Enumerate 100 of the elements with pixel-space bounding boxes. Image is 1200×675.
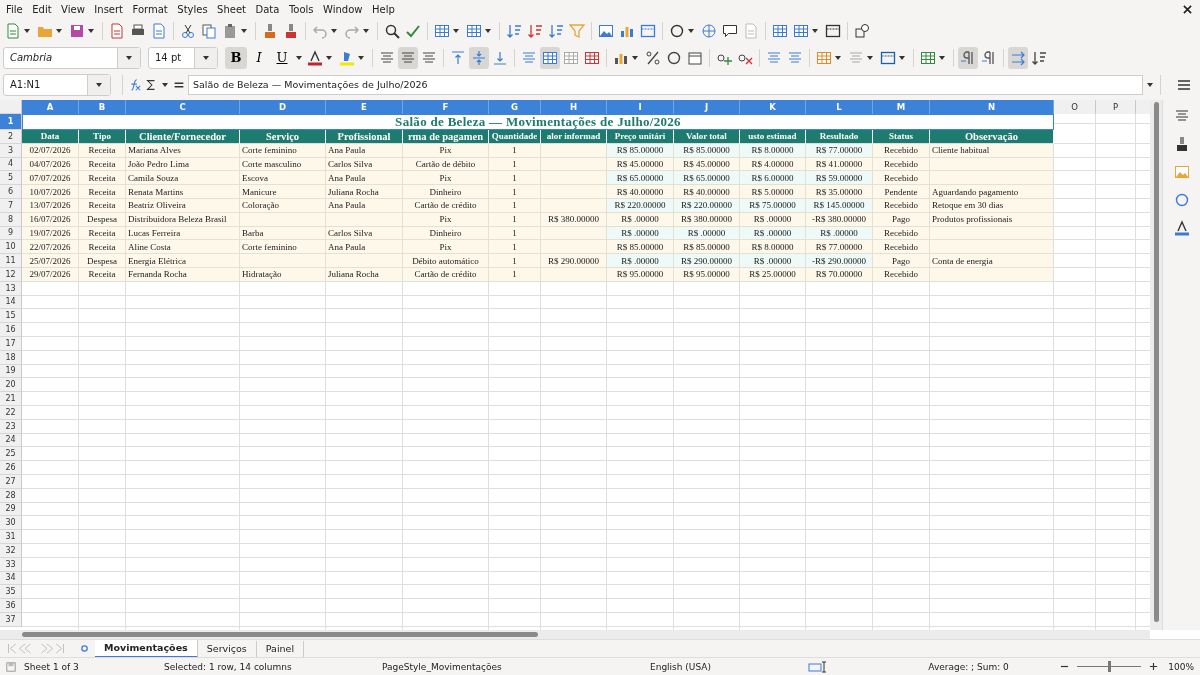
circle-icon bbox=[1173, 192, 1190, 208]
text-direction-button[interactable] bbox=[1008, 46, 1028, 69]
table-cell: 22/07/2026 bbox=[22, 240, 79, 255]
search-icon bbox=[384, 22, 400, 39]
table-cell: R$ 85.00000 bbox=[674, 240, 740, 255]
column-header[interactable]: J bbox=[674, 100, 740, 114]
horizontal-scrollbar[interactable] bbox=[0, 630, 1150, 639]
table-cell: 1 bbox=[489, 254, 541, 268]
lines-icon bbox=[421, 49, 437, 66]
column-heading: Status bbox=[873, 130, 930, 144]
caret-icon bbox=[96, 82, 102, 87]
sum-icon[interactable] bbox=[144, 77, 158, 92]
column-header[interactable]: F bbox=[403, 100, 489, 114]
column-header[interactable]: C bbox=[126, 100, 240, 114]
italic-button[interactable]: I bbox=[248, 46, 270, 69]
column-header[interactable]: E bbox=[326, 100, 403, 114]
table-cell: R$ 65.00000 bbox=[674, 171, 740, 186]
column-header[interactable]: H bbox=[541, 100, 607, 114]
menu-item[interactable]: Tools bbox=[288, 3, 321, 15]
table-cell: Manicure bbox=[240, 185, 326, 199]
column-header[interactable]: K bbox=[740, 100, 806, 114]
font-size-box[interactable]: 14 pt bbox=[148, 46, 218, 69]
image-icon bbox=[598, 22, 614, 39]
table-cell: 1 bbox=[489, 185, 541, 199]
menu-item[interactable]: Data bbox=[255, 3, 286, 15]
column-header[interactable]: B bbox=[79, 100, 126, 114]
merge-center-button[interactable] bbox=[540, 46, 560, 69]
column-heading: Tipo bbox=[79, 130, 126, 144]
sheet-tab[interactable]: Movimentações bbox=[95, 639, 198, 658]
row-header[interactable]: 11 bbox=[0, 254, 22, 268]
name-box[interactable]: A1:N1 bbox=[3, 73, 111, 96]
sheet-tab[interactable]: Painel bbox=[256, 640, 305, 657]
caret-icon bbox=[162, 82, 168, 87]
row-header[interactable]: 5 bbox=[0, 171, 22, 186]
align-middle-button[interactable] bbox=[469, 46, 489, 69]
table-cell: Juliana Rocha bbox=[326, 185, 403, 199]
row-header[interactable]: 20 bbox=[0, 378, 22, 393]
table-cell bbox=[541, 171, 607, 186]
add-sheet-icon[interactable] bbox=[80, 644, 89, 653]
caret-icon bbox=[56, 28, 62, 33]
column-header[interactable]: L bbox=[806, 100, 873, 114]
row-header[interactable]: 10 bbox=[0, 240, 22, 255]
row-header[interactable]: 2 bbox=[0, 130, 22, 144]
table-cell: 1 bbox=[489, 240, 541, 255]
caret-icon bbox=[358, 55, 364, 60]
lines-icon bbox=[400, 49, 416, 66]
row-header[interactable]: 6 bbox=[0, 185, 22, 199]
sheet-tab[interactable]: Serviços bbox=[197, 640, 257, 657]
caret-icon bbox=[485, 28, 491, 33]
row-header[interactable]: 26 bbox=[0, 461, 22, 475]
row-header[interactable]: 15 bbox=[0, 309, 22, 324]
menu-item[interactable]: Help bbox=[372, 3, 402, 15]
column-heading: Cliente/Fornecedor bbox=[126, 130, 240, 144]
menu-item[interactable]: Insert bbox=[94, 3, 130, 15]
zoom-in-icon[interactable] bbox=[1149, 662, 1159, 671]
menu-item[interactable]: Styles bbox=[177, 3, 215, 15]
vertical-scrollbar[interactable] bbox=[1150, 100, 1162, 630]
caret-icon bbox=[688, 28, 694, 33]
row-header[interactable]: 21 bbox=[0, 392, 22, 406]
pages-icon bbox=[201, 22, 217, 39]
close-icon[interactable] bbox=[1183, 4, 1192, 14]
column-header[interactable]: M bbox=[873, 100, 930, 114]
underline-button[interactable]: U bbox=[271, 46, 293, 69]
caret-icon bbox=[632, 55, 638, 60]
menu-item[interactable]: Format bbox=[132, 3, 175, 15]
menu-item[interactable]: Sheet bbox=[217, 3, 253, 15]
row-header[interactable]: 30 bbox=[0, 516, 22, 531]
menu-item[interactable]: Edit bbox=[32, 3, 59, 15]
column-heading: Observação bbox=[930, 130, 1054, 144]
bold-button[interactable]: B bbox=[225, 46, 247, 69]
zoom-level: 100% bbox=[1168, 661, 1194, 672]
left-to-right-button[interactable] bbox=[958, 46, 978, 69]
column-header[interactable]: A bbox=[22, 100, 79, 114]
column-header[interactable]: D bbox=[240, 100, 326, 114]
column-header[interactable]: I bbox=[607, 100, 674, 114]
table-cell: R$ 35.00000 bbox=[806, 185, 873, 199]
caret-icon bbox=[326, 55, 332, 60]
column-header[interactable]: G bbox=[489, 100, 541, 114]
menu-item[interactable]: Window bbox=[323, 3, 369, 15]
row-header[interactable]: 25 bbox=[0, 447, 22, 462]
menu-item[interactable]: View bbox=[61, 3, 92, 15]
row-header[interactable]: 16 bbox=[0, 323, 22, 337]
menu-item[interactable]: File bbox=[6, 3, 30, 15]
caret-icon bbox=[939, 55, 945, 60]
pilcrow-icon bbox=[960, 49, 976, 66]
column-header[interactable]: N bbox=[930, 100, 1054, 114]
selection-mode-icon[interactable] bbox=[808, 660, 828, 673]
formula-input[interactable]: Salão de Beleza — Movimentações de Julho/2026 bbox=[188, 74, 1143, 95]
column-heading: Preço unitári bbox=[607, 130, 674, 144]
row-header[interactable]: 31 bbox=[0, 530, 22, 544]
table-cell: Pendente bbox=[873, 185, 930, 199]
lines-icon bbox=[521, 49, 537, 66]
row-header[interactable]: 36 bbox=[0, 599, 22, 613]
font-name-box[interactable]: Cambria bbox=[3, 46, 141, 69]
row-header[interactable]: 1 bbox=[0, 114, 22, 130]
table-cell: R$ .00000 bbox=[607, 254, 674, 268]
row-header[interactable]: 35 bbox=[0, 585, 22, 600]
calendar-icon bbox=[687, 49, 703, 66]
frame-icon bbox=[825, 22, 841, 39]
table-cell: Receita bbox=[79, 240, 126, 255]
